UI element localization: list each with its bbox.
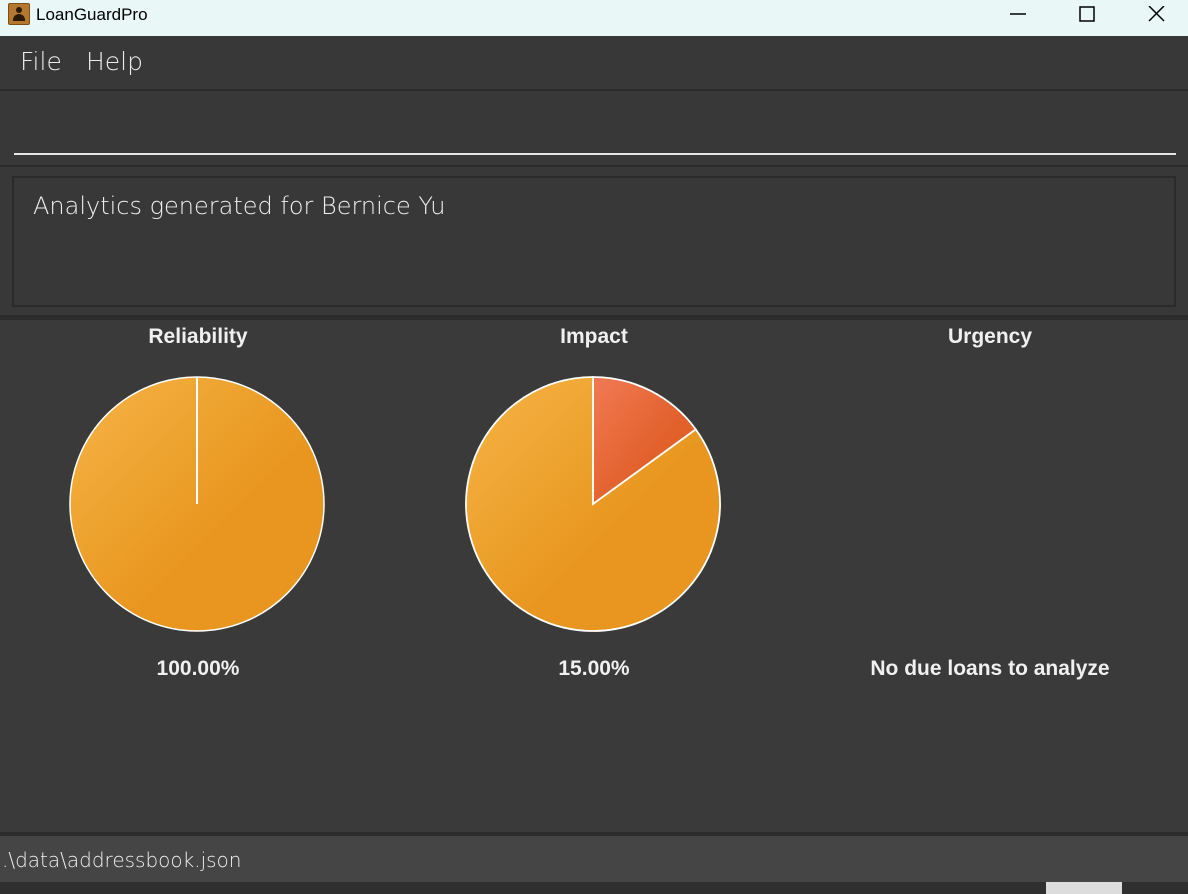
impact-pie-chart [465,376,721,632]
impact-section: Impact 15.00% [396,320,792,832]
urgency-section: Urgency No due loans to analyze [792,320,1188,832]
menu-file[interactable]: File [20,47,62,76]
reliability-pie-chart [69,376,325,632]
reliability-title: Reliability [148,325,248,348]
menu-help[interactable]: Help [86,47,143,76]
window-titlebar: LoanGuardPro [0,0,1188,36]
result-display: Analytics generated for Bernice Yu [12,176,1176,307]
menu-bar: File Help [0,36,1188,91]
analytics-panel: Reliability 100.00% Impact 15.00% Urgenc… [0,320,1188,832]
impact-value: 15.00% [558,657,630,680]
minimize-button[interactable] [984,0,1052,30]
close-button[interactable] [1122,0,1188,30]
minimize-icon [1010,13,1026,15]
reliability-value: 100.00% [156,657,240,680]
command-box [0,91,1188,167]
maximize-icon [1079,6,1095,22]
status-bar: .\data\addressbook.json [0,836,1188,882]
save-location: .\data\addressbook.json [2,848,242,872]
result-message: Analytics generated for Bernice Yu [33,192,446,220]
command-input[interactable] [14,111,1176,155]
person-contact-icon [8,3,30,25]
urgency-title: Urgency [947,325,1033,348]
close-icon [1148,6,1165,22]
maximize-button[interactable] [1053,0,1121,30]
reliability-section: Reliability 100.00% [0,320,396,832]
impact-title: Impact [560,325,628,348]
window-title: LoanGuardPro [36,5,148,24]
urgency-message: No due loans to analyze [870,657,1110,680]
bottom-edge [0,882,1188,894]
